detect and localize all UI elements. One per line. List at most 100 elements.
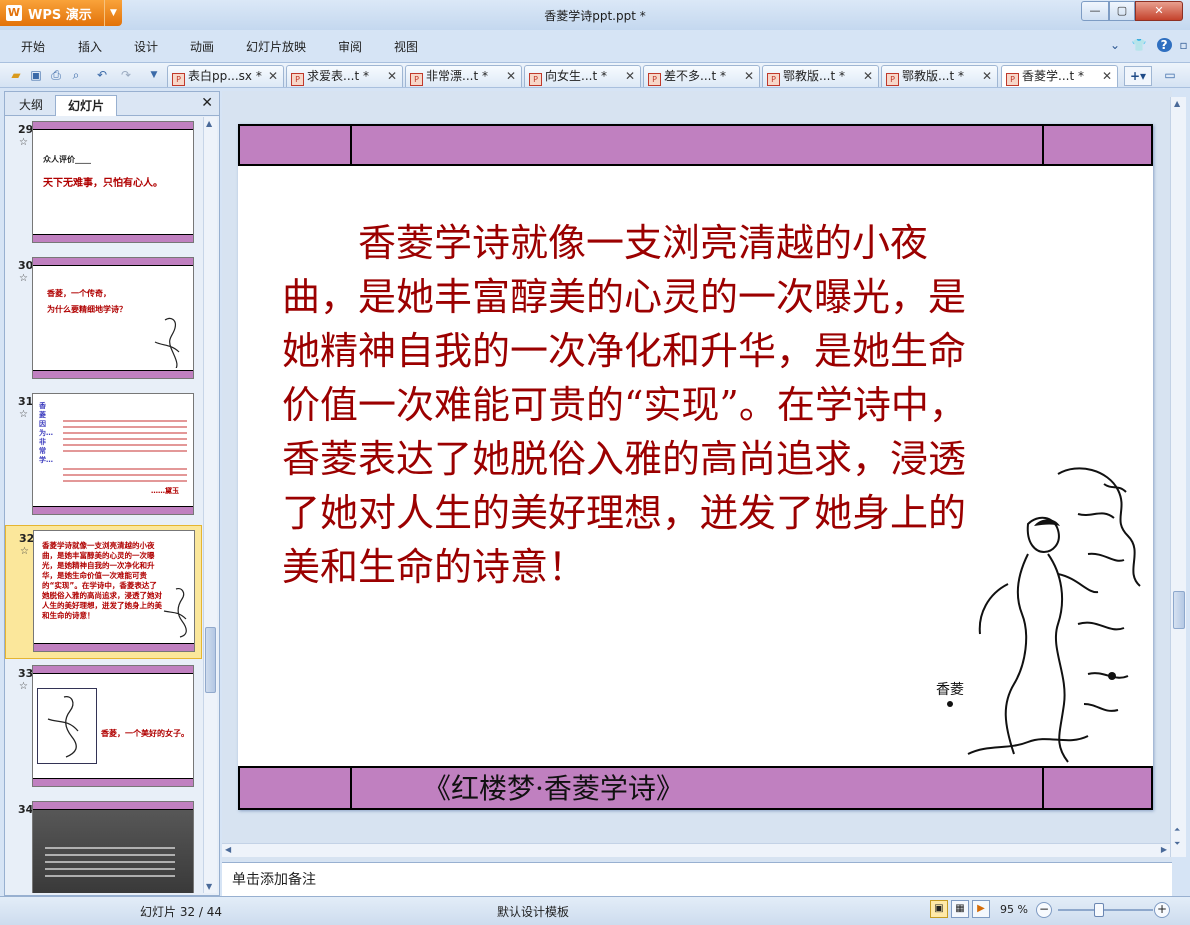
thumbnail-slide-33[interactable]: 33 ☆ 香菱，一个美好的女子。 [5, 661, 202, 795]
animation-star-icon: ☆ [20, 546, 29, 557]
zoom-in-button[interactable]: + [1154, 902, 1170, 918]
open-icon[interactable]: ▰ [8, 67, 24, 83]
help-icon[interactable]: ? [1156, 38, 1172, 52]
slide-body-text[interactable]: 香菱学诗就像一支浏亮清越的小夜曲，是她丰富醇美的心灵的一次曝光，是她精神自我的一… [282, 216, 1002, 594]
doc-tab-2[interactable]: P 求爱表...t * ✕ [286, 65, 403, 87]
ppt-file-icon: P [172, 73, 185, 86]
thumb-band-top [33, 666, 193, 674]
minimize-button[interactable]: — [1081, 1, 1109, 21]
slide-caption[interactable]: 《红楼梦·香菱学诗》 [423, 772, 684, 806]
thumb-image-frame [37, 688, 97, 764]
print-preview-icon[interactable]: ⌕ [68, 67, 84, 83]
xiangling-figure-illustration: 香菱 [936, 467, 1141, 763]
close-tab-icon[interactable]: ✕ [1102, 66, 1112, 86]
menu-start[interactable]: 开始 [21, 38, 45, 55]
thumbnail-slide-30[interactable]: 30 ☆ 香菱，一个传奇， 为什么要精细地学诗？ [5, 253, 202, 387]
menu-review[interactable]: 审阅 [338, 38, 362, 55]
slide-band-bottom: 《红楼梦·香菱学诗》 [238, 766, 1153, 810]
new-tab-button[interactable]: +▾ [1124, 66, 1152, 86]
redo-icon[interactable]: ↷ [118, 67, 134, 83]
artist-seal-text: 香菱 [936, 682, 964, 698]
scroll-up-icon[interactable]: ▲ [1174, 99, 1180, 108]
customize-icon[interactable]: ▼ [146, 67, 162, 83]
print-icon[interactable]: ⎙ [48, 67, 64, 83]
scroll-thumb[interactable] [205, 627, 216, 693]
scroll-down-icon[interactable]: ▼ [206, 882, 212, 891]
normal-view-button[interactable]: ▣ [930, 900, 948, 918]
scroll-right-icon[interactable]: ▶ [1161, 845, 1167, 854]
ribbon-collapse-icon[interactable]: ▫ [1179, 38, 1187, 52]
thumb-text: 香菱，一个传奇， [47, 289, 111, 298]
zoom-out-button[interactable]: − [1036, 902, 1052, 918]
thumb-text: 香菱，一个美好的女子。 [101, 729, 189, 738]
thumb-band-bottom [33, 506, 193, 514]
slide-editor: 香菱学诗就像一支浏亮清越的小夜曲，是她丰富醇美的心灵的一次曝光，是她精神自我的一… [222, 91, 1186, 861]
menu-animation[interactable]: 动画 [190, 38, 214, 55]
status-bar: 幻灯片 32 / 44 默认设计模板 ▣ ▦ ▶ 95 % − + [0, 896, 1190, 925]
scroll-left-icon[interactable]: ◀ [225, 845, 231, 854]
panel-scrollbar[interactable]: ▲ ▼ [203, 117, 217, 893]
close-tab-icon[interactable]: ✕ [625, 66, 635, 86]
menu-slideshow[interactable]: 幻灯片放映 [246, 38, 306, 55]
tab-slides[interactable]: 幻灯片 [55, 95, 117, 116]
thumbnail-slide-29[interactable]: 29 ☆ 众人评价____ 天下无难事，只怕有心人。 [5, 117, 202, 251]
current-slide[interactable]: 香菱学诗就像一支浏亮清越的小夜曲，是她丰富醇美的心灵的一次曝光，是她精神自我的一… [238, 124, 1153, 810]
figure-illustration [154, 317, 180, 368]
thumb-band-top [33, 802, 193, 810]
thumb-band-bottom [33, 370, 193, 378]
save-icon[interactable]: ▣ [28, 67, 44, 83]
menu-view[interactable]: 视图 [394, 38, 418, 55]
animation-star-icon: ☆ [19, 273, 28, 284]
doc-tab-3[interactable]: P 非常漂...t * ✕ [405, 65, 522, 87]
slide-counter: 幻灯片 32 / 44 [140, 905, 223, 919]
zoom-slider-thumb[interactable] [1094, 903, 1104, 917]
thumb-band-bottom [33, 778, 193, 786]
thumb-band-bottom [33, 234, 193, 242]
undo-icon[interactable]: ↶ [94, 67, 110, 83]
thumbnail-preview: 香菱学诗就像一支浏亮清越的小夜曲，是她丰富醇美的心灵的一次曝光，是她精神自我的一… [33, 530, 195, 652]
notes-pane[interactable]: 单击添加备注 [222, 862, 1172, 896]
close-tab-icon[interactable]: ✕ [863, 66, 873, 86]
close-tab-icon[interactable]: ✕ [506, 66, 516, 86]
close-tab-icon[interactable]: ✕ [982, 66, 992, 86]
slide-sorter-view-button[interactable]: ▦ [951, 900, 969, 918]
close-icon[interactable]: ✕ [201, 95, 213, 111]
close-tab-icon[interactable]: ✕ [744, 66, 754, 86]
shirt-icon[interactable]: 👕 [1132, 38, 1147, 52]
chevron-down-icon[interactable]: ⌄ [1110, 38, 1120, 52]
thumbnail-slide-32-selected[interactable]: 32 ☆ 香菱学诗就像一支浏亮清越的小夜曲，是她丰富醇美的心灵的一次曝光，是她精… [5, 525, 202, 659]
doc-tab-label: 表白pp...sx * [188, 69, 262, 83]
thumbnail-slide-31[interactable]: 31 ☆ 香菱因为…非常学… ……黛玉 [5, 389, 202, 523]
slideshow-view-button[interactable]: ▶ [972, 900, 990, 918]
doc-tab-label: 鄂教版...t * [783, 69, 845, 83]
close-tab-icon[interactable]: ✕ [387, 66, 397, 86]
scroll-up-icon[interactable]: ▲ [206, 119, 212, 128]
menu-design[interactable]: 设计 [134, 38, 158, 55]
menu-insert[interactable]: 插入 [78, 38, 102, 55]
thumb-text-block [63, 464, 187, 486]
doc-tab-7[interactable]: P 鄂教版...t * ✕ [881, 65, 998, 87]
doc-tab-6[interactable]: P 鄂教版...t * ✕ [762, 65, 879, 87]
doc-tab-4[interactable]: P 向女生...t * ✕ [524, 65, 641, 87]
thumbnail-slide-34[interactable]: 34 [5, 797, 202, 893]
close-window-button[interactable]: ✕ [1135, 1, 1183, 21]
thumb-text: ……黛玉 [151, 487, 179, 495]
title-bar: W WPS 演示 ▼ 香菱学诗ppt.ppt * — ▢ ✕ [0, 0, 1190, 30]
doc-tab-5[interactable]: P 差不多...t * ✕ [643, 65, 760, 87]
zoom-slider-track[interactable] [1058, 909, 1153, 911]
doc-tab-label: 非常漂...t * [426, 69, 488, 83]
editor-scrollbar[interactable]: ▲ ⏶ ⏷ [1170, 97, 1186, 857]
editor-horizontal-scrollbar[interactable]: ◀ ▶ [222, 843, 1170, 857]
tab-outline[interactable]: 大纲 [9, 95, 53, 116]
doc-tab-1[interactable]: P 表白pp...sx * ✕ [167, 65, 284, 87]
tab-list-icon[interactable]: ▭ [1162, 67, 1178, 83]
slide-panel: 大纲 幻灯片 ✕ 29 ☆ 众人评价____ 天下无难事，只怕有心人。 30 ☆… [4, 91, 220, 896]
next-slide-icon[interactable]: ⏷ [1174, 839, 1180, 849]
thumbnail-preview: 众人评价____ 天下无难事，只怕有心人。 [32, 121, 194, 243]
doc-tab-8-active[interactable]: P 香菱学...t * ✕ [1001, 65, 1118, 87]
thumb-text: 为什么要精细地学诗？ [47, 305, 127, 314]
close-tab-icon[interactable]: ✕ [268, 66, 278, 86]
scroll-thumb[interactable] [1173, 591, 1185, 629]
maximize-button[interactable]: ▢ [1109, 1, 1135, 21]
previous-slide-icon[interactable]: ⏶ [1174, 825, 1180, 835]
